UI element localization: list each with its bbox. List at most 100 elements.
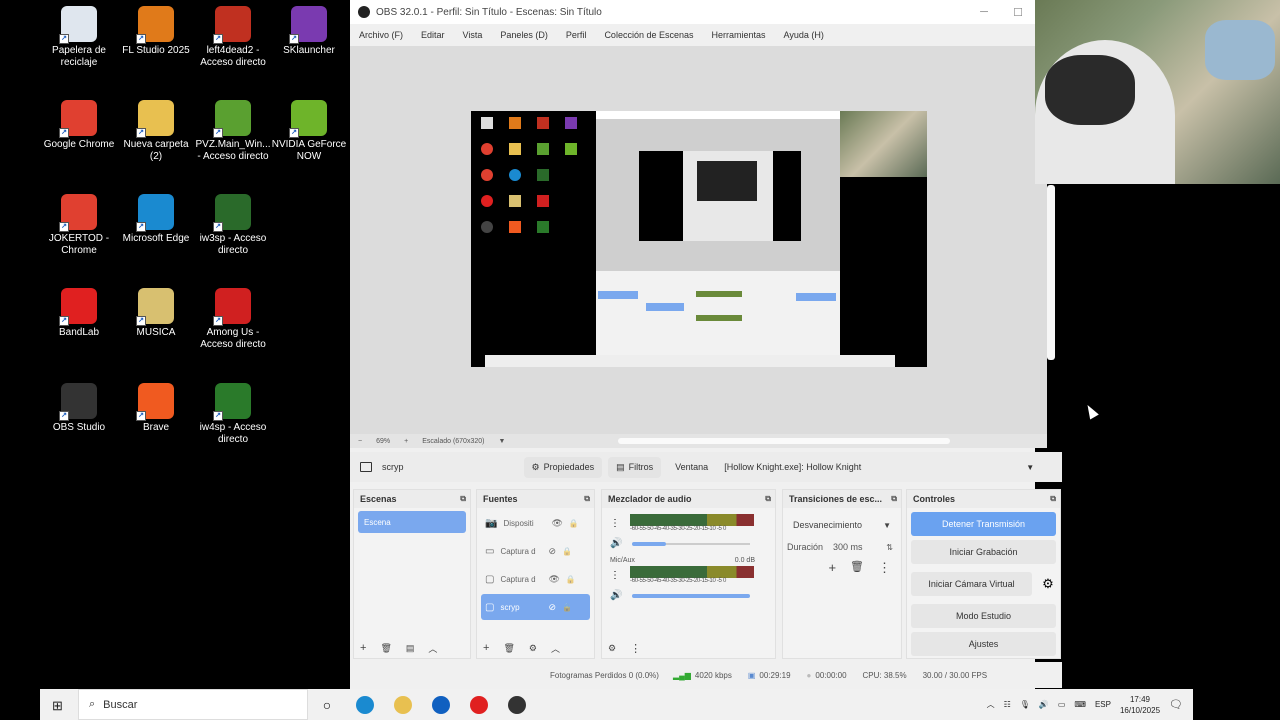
microphone-icon[interactable]: 🎙 xyxy=(1020,700,1030,709)
minimize-icon[interactable]: ─ xyxy=(967,6,1001,19)
desktop-icon[interactable]: ↗ PVZ.Main_Win... - Acceso directo xyxy=(195,100,271,163)
taskbar-app[interactable] xyxy=(422,689,460,720)
menu-perfil[interactable]: Perfil xyxy=(566,30,587,40)
desktop-icon[interactable]: ↗ SKlauncher xyxy=(271,6,347,57)
desktop-icon[interactable]: ↗ NVIDIA GeForce NOW xyxy=(271,100,347,163)
windows-start-icon[interactable]: ⊞ xyxy=(52,698,63,714)
taskbar-app[interactable] xyxy=(498,689,536,720)
undock-icon[interactable]: ⧉ xyxy=(584,494,590,504)
eye-off-icon[interactable]: ⊘ xyxy=(548,602,556,613)
desktop-icon[interactable]: ↗ Google Chrome xyxy=(41,100,117,151)
desktop-icon[interactable]: ↗ BandLab xyxy=(41,288,117,339)
eye-icon[interactable]: 👁 xyxy=(548,574,559,585)
notifications-icon[interactable]: 🗨 xyxy=(1169,698,1183,711)
properties-button[interactable]: ⚙ Propiedades xyxy=(523,456,603,478)
filters-button[interactable]: ▤ Filtros xyxy=(608,456,662,478)
window-select[interactable]: [Hollow Knight.exe]: Hollow Knight ▼ xyxy=(718,456,1040,478)
language-indicator[interactable]: ESP xyxy=(1095,700,1111,709)
kebab-menu-icon[interactable]: ⋮ xyxy=(878,560,891,576)
desktop-icon[interactable]: ↗ iw3sp - Acceso directo xyxy=(195,194,271,257)
chevron-up-icon[interactable]: ︿ xyxy=(987,699,995,710)
undock-icon[interactable]: ⧉ xyxy=(1050,494,1056,504)
trash-icon[interactable]: 🗑 xyxy=(503,643,514,654)
add-transition-icon[interactable]: + xyxy=(828,560,836,576)
taskbar-search-box[interactable]: ⌕ Buscar xyxy=(78,689,308,720)
undock-icon[interactable]: ⧉ xyxy=(891,494,897,504)
zoom-minus-icon[interactable]: − xyxy=(358,438,362,445)
cortana-icon[interactable]: ○ xyxy=(308,689,346,720)
move-up-icon[interactable]: ︿ xyxy=(551,642,560,655)
menu-vista[interactable]: Vista xyxy=(463,30,483,40)
gear-icon[interactable]: ⚙ xyxy=(529,643,537,654)
obs-title-bar[interactable]: OBS 32.0.1 - Perfil: Sin Título - Escena… xyxy=(350,0,1035,24)
preview-area[interactable] xyxy=(350,46,1047,434)
spinner-icon[interactable]: ⇅ xyxy=(886,543,893,552)
desktop-icon[interactable]: ↗ Papelera de reciclaje xyxy=(41,6,117,69)
trash-icon[interactable]: 🗑 xyxy=(380,643,391,654)
zoom-level[interactable]: 69% xyxy=(376,438,390,445)
undock-icon[interactable]: ⧉ xyxy=(765,494,771,504)
desktop-icon[interactable]: ↗ OBS Studio xyxy=(41,383,117,434)
eye-icon[interactable]: 👁 xyxy=(551,518,562,529)
desktop-icon[interactable]: ↗ Nueva carpeta (2) xyxy=(118,100,194,163)
volume-slider[interactable] xyxy=(632,593,751,598)
menu-archivo[interactable]: Archivo (F) xyxy=(359,30,403,40)
gear-icon[interactable]: ⚙ xyxy=(1036,576,1060,592)
desktop-icon[interactable]: ↗ left4dead2 - Acceso directo xyxy=(195,6,271,69)
start-recording-button[interactable]: Iniciar Grabación xyxy=(911,540,1056,564)
kebab-menu-icon[interactable]: ⋮ xyxy=(610,518,620,529)
add-source-icon[interactable]: + xyxy=(483,642,489,654)
display-icon[interactable]: ▭ xyxy=(1058,700,1066,709)
settings-button[interactable]: Ajustes xyxy=(911,632,1056,656)
menu-ayuda[interactable]: Ayuda (H) xyxy=(784,30,824,40)
advanced-audio-icon[interactable]: ⚙ xyxy=(608,643,616,654)
taskbar-app[interactable] xyxy=(384,689,422,720)
clock[interactable]: 17:49 16/10/2025 xyxy=(1120,694,1160,716)
source-item[interactable]: ▭ Captura d ⊘ 🔒 xyxy=(481,538,590,564)
taskbar-app[interactable] xyxy=(460,689,498,720)
desktop-icon[interactable]: ↗ Microsoft Edge xyxy=(118,194,194,245)
lock-icon[interactable]: 🔒 xyxy=(569,519,579,528)
scaled-resolution[interactable]: Escalado (670x320) xyxy=(422,438,484,445)
desktop-icon[interactable]: ↗ Brave xyxy=(118,383,194,434)
desktop-icon[interactable]: ↗ Among Us - Acceso directo xyxy=(195,288,271,351)
lock-icon[interactable]: 🔒 xyxy=(562,603,572,612)
maximize-icon[interactable]: ☐ xyxy=(1001,6,1035,19)
preview-vertical-scrollbar[interactable] xyxy=(1047,185,1055,360)
taskbar-app[interactable] xyxy=(346,689,384,720)
lock-icon[interactable]: 🔒 xyxy=(566,575,576,584)
desktop-icon[interactable]: ↗ MUSICA xyxy=(118,288,194,339)
lock-icon[interactable]: 🔒 xyxy=(562,547,572,556)
speaker-icon[interactable]: 🔊 xyxy=(610,590,622,601)
menu-paneles[interactable]: Paneles (D) xyxy=(500,30,548,40)
eye-off-icon[interactable]: ⊘ xyxy=(548,546,556,557)
volume-slider[interactable] xyxy=(632,541,667,546)
move-up-icon[interactable]: ︿ xyxy=(428,642,437,655)
add-scene-icon[interactable]: + xyxy=(360,642,366,654)
filter-icon[interactable]: ▤ xyxy=(406,643,415,654)
scene-item[interactable]: Escena xyxy=(358,511,466,533)
preview-horizontal-scrollbar[interactable] xyxy=(618,438,950,444)
source-item[interactable]: 📷 Dispositi 👁 🔒 xyxy=(481,510,590,536)
preview-canvas[interactable] xyxy=(471,111,927,367)
network-icon[interactable]: ☷ xyxy=(1004,700,1011,709)
stop-streaming-button[interactable]: Detener Transmisión xyxy=(911,512,1056,536)
kebab-menu-icon[interactable]: ⋮ xyxy=(610,570,620,581)
studio-mode-button[interactable]: Modo Estudio xyxy=(911,604,1056,628)
chevron-down-icon[interactable]: ▼ xyxy=(498,438,505,445)
transition-select[interactable]: Desvanecimiento ▼ xyxy=(787,514,897,536)
kebab-menu-icon[interactable]: ⋮ xyxy=(630,642,641,655)
desktop-icon[interactable]: ↗ iw4sp - Acceso directo xyxy=(195,383,271,446)
source-item[interactable]: ▢ scryp ⊘ 🔒 xyxy=(481,594,590,620)
keyboard-icon[interactable]: ⌨ xyxy=(1074,700,1086,709)
zoom-plus-icon[interactable]: + xyxy=(404,438,408,445)
speaker-icon[interactable]: 🔊 xyxy=(610,538,622,549)
menu-coleccion-escenas[interactable]: Colección de Escenas xyxy=(604,30,693,40)
duration-input[interactable]: 300 ms xyxy=(833,542,863,552)
undock-icon[interactable]: ⧉ xyxy=(460,494,466,504)
volume-icon[interactable]: 🔊 xyxy=(1039,700,1049,709)
menu-editar[interactable]: Editar xyxy=(421,30,445,40)
desktop-icon[interactable]: ↗ FL Studio 2025 xyxy=(118,6,194,57)
start-virtual-camera-button[interactable]: Iniciar Cámara Virtual xyxy=(911,572,1032,596)
source-item[interactable]: ▢ Captura d 👁 🔒 xyxy=(481,566,590,592)
